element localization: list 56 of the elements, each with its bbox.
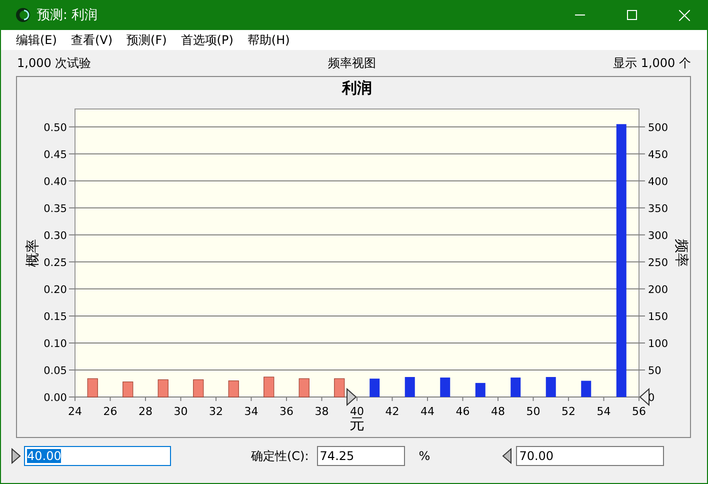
display-count: 显示 1,000 个	[613, 54, 691, 72]
y-tick-label: 0.10	[44, 338, 67, 350]
x-tick-label: 54	[596, 405, 611, 418]
x-axis-label: 元	[350, 415, 364, 433]
window-title: 预测: 利润	[37, 7, 99, 24]
y-tick-label: 0.25	[44, 256, 67, 269]
y-tick-label: 350	[648, 202, 668, 215]
y-tick-label: 450	[648, 148, 668, 161]
x-tick-label: 48	[491, 405, 505, 418]
x-tick-label: 34	[244, 405, 258, 418]
lower-bound-field[interactable]: 40.00	[24, 446, 171, 466]
y-tick-label: 0.15	[44, 310, 67, 323]
menu-item[interactable]: 预测(F)	[120, 30, 174, 50]
y-tick-label: 0.00	[44, 392, 67, 404]
menu-item[interactable]: 编辑(E)	[9, 30, 64, 50]
y-tick-label: 200	[648, 284, 668, 296]
y-tick-label: 100	[648, 338, 668, 350]
x-tick-label: 26	[103, 405, 118, 418]
y-tick-label: 0.30	[44, 230, 67, 242]
x-tick-label: 24	[68, 405, 82, 418]
x-tick-label: 28	[138, 405, 152, 418]
y-tick-label: 0.35	[44, 202, 67, 215]
x-tick-label: 46	[456, 405, 470, 418]
y-tick-label: 500	[648, 122, 668, 134]
y-tick-label: 0.50	[44, 122, 67, 134]
y-tick-label: 0.40	[44, 176, 67, 188]
y-axis-label: 频率	[673, 239, 689, 267]
menu-item[interactable]: 查看(V)	[64, 30, 120, 50]
y-tick-label: 0.05	[44, 364, 67, 377]
x-tick-label: 40	[350, 405, 364, 418]
x-tick-label: 56	[632, 405, 646, 418]
y-tick-label: 0.20	[44, 284, 67, 296]
y-tick-label: 50	[648, 364, 662, 377]
certainty-label: 确定性(C):	[251, 448, 309, 464]
x-tick-label: 36	[280, 405, 294, 418]
x-tick-label: 52	[562, 405, 576, 418]
x-tick-label: 32	[209, 405, 223, 418]
upper-bound-field[interactable]: 70.00	[516, 446, 664, 466]
menu-item[interactable]: 首选项(P)	[174, 30, 240, 50]
view-name: 频率视图	[328, 54, 376, 72]
percent-unit: %	[418, 449, 430, 463]
y-tick-label: 0.45	[44, 148, 67, 161]
y-axis-label: 概率	[25, 239, 41, 267]
y-tick-label: 300	[648, 230, 668, 242]
x-tick-label: 50	[526, 405, 540, 418]
y-tick-label: 150	[648, 310, 668, 323]
trial-count: 1,000 次试验	[17, 54, 92, 72]
chart-title: 利润	[342, 79, 372, 97]
menu-item[interactable]: 帮助(H)	[240, 30, 297, 50]
certainty-field[interactable]: 74.25	[316, 446, 405, 466]
y-tick-label: 400	[648, 176, 668, 188]
x-tick-label: 42	[385, 405, 400, 418]
y-tick-label: 250	[648, 256, 668, 269]
x-tick-label: 38	[314, 405, 329, 418]
x-tick-label: 30	[174, 405, 188, 418]
x-tick-label: 44	[420, 405, 434, 418]
